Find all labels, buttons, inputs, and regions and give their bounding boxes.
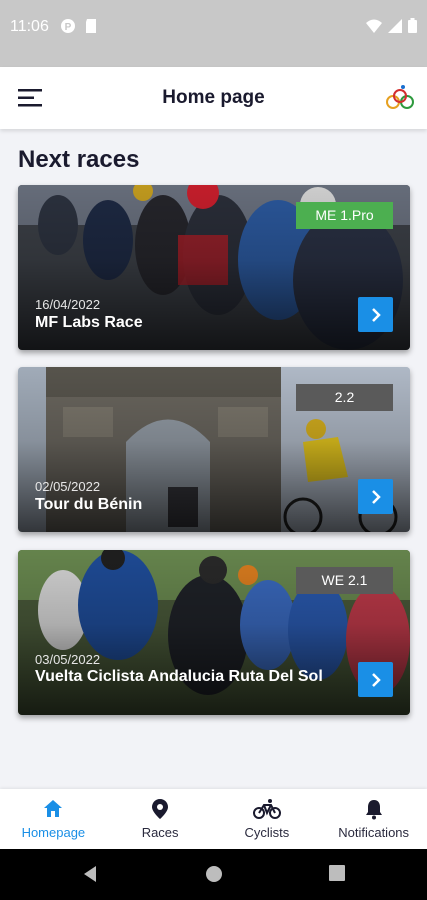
nav-label: Homepage	[21, 825, 86, 840]
home-icon	[44, 800, 63, 817]
bottom-navigation: Homepage Races Cyclists Notifications	[0, 789, 427, 849]
svg-text:P: P	[65, 22, 72, 33]
race-date: 16/04/2022	[35, 297, 101, 312]
nav-item-notifications[interactable]: Notifications	[320, 789, 427, 849]
nav-item-cyclists[interactable]: Cyclists	[214, 789, 321, 849]
race-card[interactable]: 2.2 02/05/2022 Tour du Bénin	[18, 367, 410, 532]
location-pin-icon	[152, 799, 169, 819]
race-card[interactable]: WE 2.1 03/05/2022 Vuelta Ciclista Andalu…	[18, 550, 410, 715]
nav-item-homepage[interactable]: Homepage	[0, 789, 107, 849]
status-bar: 11:06 P	[0, 0, 427, 67]
nav-label: Races	[141, 825, 179, 840]
race-date: 02/05/2022	[35, 479, 101, 494]
race-name: MF Labs Race	[35, 314, 143, 331]
open-race-button[interactable]	[358, 479, 393, 514]
bicycle-icon	[252, 799, 281, 819]
home-circle-icon[interactable]	[205, 865, 223, 888]
wifi-icon	[366, 19, 382, 38]
status-time: 11:06	[10, 18, 49, 35]
nav-label: Cyclists	[244, 825, 290, 840]
recents-icon[interactable]	[329, 865, 345, 886]
race-name: Tour du Bénin	[35, 496, 143, 513]
app-notification-icon: P	[60, 18, 76, 39]
race-name: Vuelta Ciclista Andalucia Ruta Del Sol	[35, 668, 323, 685]
nav-item-races[interactable]: Races	[107, 789, 214, 849]
open-race-button[interactable]	[358, 297, 393, 332]
system-navigation-bar	[0, 849, 427, 900]
open-race-button[interactable]	[358, 662, 393, 697]
race-category-badge: WE 2.1	[296, 567, 393, 594]
page-title: Home page	[162, 87, 265, 108]
back-icon[interactable]	[82, 865, 98, 888]
chevron-right-icon	[371, 307, 381, 322]
race-category-badge: 2.2	[296, 384, 393, 411]
cell-signal-icon	[388, 18, 402, 38]
chevron-right-icon	[371, 489, 381, 504]
sd-card-icon	[84, 18, 98, 39]
nav-label: Notifications	[338, 825, 410, 840]
bell-icon	[365, 800, 382, 820]
app-logo-icon	[385, 83, 415, 113]
chevron-right-icon	[371, 672, 381, 687]
battery-icon	[408, 18, 417, 38]
race-category-badge: ME 1.Pro	[296, 202, 393, 229]
race-date: 03/05/2022	[35, 652, 101, 667]
race-card[interactable]: ME 1.Pro 16/04/2022 MF Labs Race	[18, 185, 410, 350]
section-title: Next races	[18, 146, 140, 173]
app-bar: Home page	[0, 67, 427, 129]
